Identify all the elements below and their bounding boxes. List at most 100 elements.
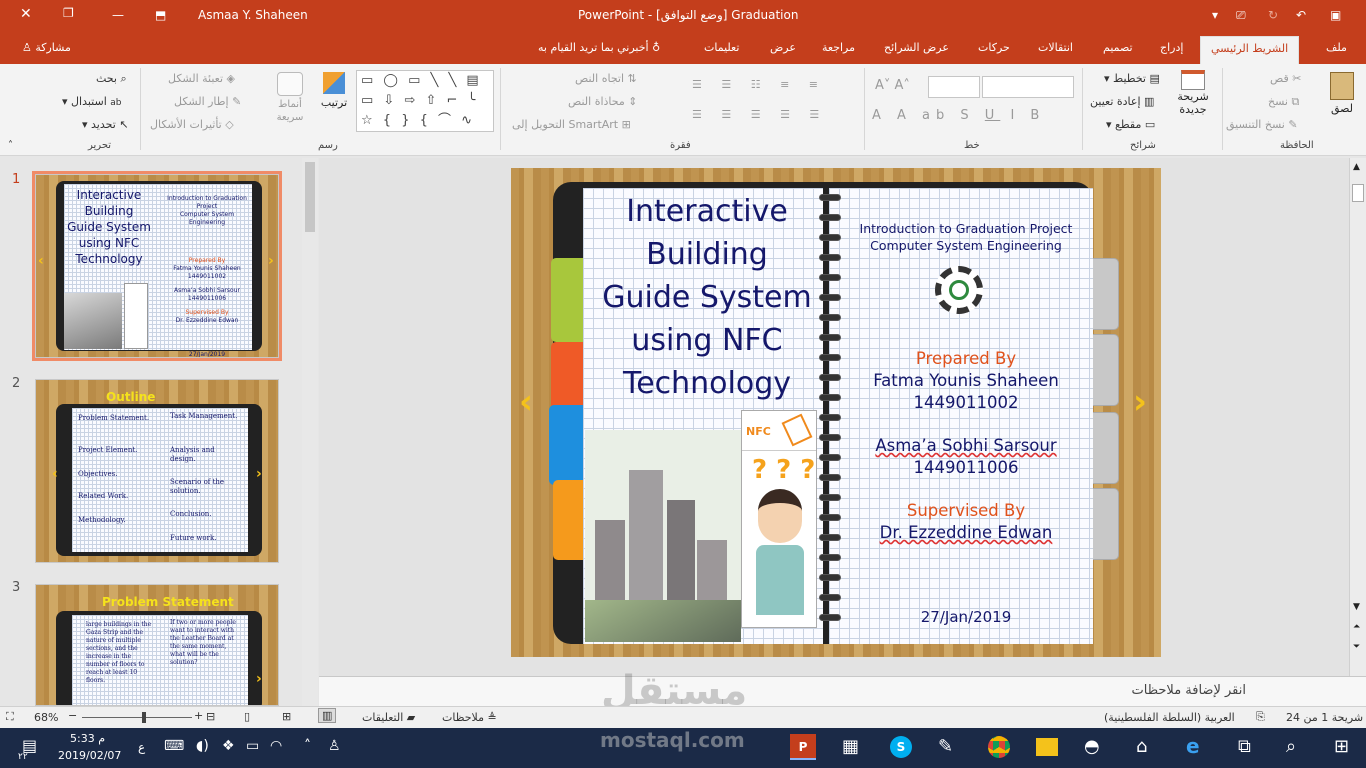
volume-icon[interactable]: ◖) bbox=[196, 738, 209, 754]
zoom-level[interactable]: 68% bbox=[34, 711, 58, 724]
zoom-slider-handle[interactable] bbox=[142, 712, 146, 723]
shape-fill-button[interactable]: تعبئة الشكل ◈ bbox=[168, 72, 235, 85]
tab-animations[interactable]: حركات bbox=[978, 41, 1010, 54]
file-explorer-icon[interactable] bbox=[1036, 738, 1058, 756]
store-app-icon[interactable]: ⌂ bbox=[1136, 736, 1147, 757]
edge-app-icon[interactable]: e bbox=[1186, 734, 1200, 758]
font-format-buttons[interactable]: A A ab S U I B bbox=[872, 108, 1045, 123]
collapse-ribbon-icon[interactable]: ˄ bbox=[8, 140, 13, 151]
comments-button[interactable]: التعليقات ▰ bbox=[362, 711, 415, 724]
powerpoint-app-icon[interactable]: P bbox=[790, 734, 816, 760]
quick-styles-button[interactable]: أنماط سريعة bbox=[268, 70, 312, 124]
zoom-in-icon[interactable]: + bbox=[194, 709, 203, 722]
cut-button[interactable]: قص ✂ bbox=[1270, 72, 1301, 85]
tab-comments[interactable]: تعليمات bbox=[704, 41, 739, 54]
intro-text[interactable]: Introduction to Graduation Project Compu… bbox=[841, 220, 1091, 254]
paste-button[interactable]: لصق bbox=[1322, 70, 1362, 130]
clock-time[interactable]: 5:33 م bbox=[70, 732, 105, 745]
arrange-button[interactable]: ترتيب bbox=[316, 70, 352, 109]
shapes-gallery[interactable]: ▭ ◯ ▭ ╲ ╲ ▤ ▭ ⇩ ⇨ ⇧ ⌐ ╰ ☆ { } { ⌒ ∿ bbox=[356, 70, 494, 132]
tab-design[interactable]: تصميم bbox=[1103, 41, 1133, 54]
find-button[interactable]: بحث ⌕ bbox=[96, 72, 127, 86]
reset-button[interactable]: إعادة تعيين ▥ bbox=[1090, 95, 1154, 108]
format-painter-button[interactable]: نسخ التنسيق ✎ bbox=[1226, 118, 1298, 131]
slide-thumbnail-3[interactable]: Problem Statement large buildings in the… bbox=[35, 584, 279, 706]
zoom-out-icon[interactable]: − bbox=[68, 709, 77, 722]
task-view-icon[interactable]: ⧉ bbox=[1238, 736, 1251, 757]
zoom-slider[interactable] bbox=[82, 712, 192, 723]
next-slide-icon[interactable]: ⏷ bbox=[1353, 642, 1360, 652]
slide-thumbnail-1[interactable]: Interactive Building Guide System using … bbox=[32, 171, 282, 361]
normal-view-icon[interactable]: ▥ bbox=[318, 708, 337, 723]
scroll-up-icon[interactable]: ▲ bbox=[1353, 162, 1360, 172]
dropbox-icon[interactable]: ❖ bbox=[222, 738, 235, 754]
select-button[interactable]: ▾ تحديد ↖ bbox=[82, 118, 129, 131]
slideshow-view-icon[interactable]: ⊟ bbox=[206, 710, 215, 723]
smartart-button[interactable]: التحويل إلى SmartArt ⊞ bbox=[512, 118, 631, 131]
align-text-button[interactable]: محاذاة النص ⇕ bbox=[568, 95, 637, 108]
scroll-thumb[interactable] bbox=[1352, 184, 1364, 202]
authors-block[interactable]: Prepared By Fatma Younis Shaheen 1449011… bbox=[841, 348, 1091, 544]
shape-outline-button[interactable]: إطار الشكل ✎ bbox=[174, 95, 241, 108]
reading-view-icon[interactable]: ▯ bbox=[244, 710, 250, 723]
notes-pane[interactable]: انقر لإضافة ملاحظات مستقل bbox=[319, 669, 1366, 713]
user-name[interactable]: Asmaa Y. Shaheen bbox=[198, 8, 308, 22]
input-language[interactable]: ع bbox=[138, 740, 145, 754]
presenter-icon[interactable]: ⎚ bbox=[1236, 8, 1246, 23]
slide-thumbnail-2[interactable]: Outline Problem Statement. Project Eleme… bbox=[35, 379, 279, 563]
save-icon[interactable]: ▣ bbox=[1330, 8, 1341, 22]
tab-home[interactable]: الشريط الرئيسي bbox=[1200, 36, 1300, 64]
calculator-app-icon[interactable]: ▦ bbox=[842, 736, 859, 757]
tab-insert[interactable]: إدراج bbox=[1160, 41, 1183, 54]
tab-view[interactable]: عرض bbox=[770, 41, 796, 54]
new-slide-button[interactable]: شريحة جديدة bbox=[1170, 70, 1216, 116]
tab-review[interactable]: مراجعة bbox=[822, 41, 855, 54]
battery-icon[interactable]: ▭ bbox=[246, 738, 259, 754]
restore-icon[interactable]: ❐ bbox=[63, 6, 74, 20]
copy-button[interactable]: نسخ ⧉ bbox=[1268, 95, 1299, 109]
font-name-combo[interactable] bbox=[982, 76, 1074, 98]
tab-slideshow[interactable]: عرض الشرائح bbox=[884, 41, 949, 54]
wifi-icon[interactable]: ◠ bbox=[270, 738, 282, 754]
spellcheck-icon[interactable]: ⎘ bbox=[1256, 710, 1265, 724]
layout-button[interactable]: ▾ تخطيط ▤ bbox=[1104, 72, 1160, 85]
tab-file[interactable]: ملف bbox=[1326, 41, 1347, 54]
keyboard-icon[interactable]: ⌨ bbox=[164, 738, 184, 754]
undo-icon[interactable]: ↶ bbox=[1296, 8, 1306, 22]
redo-icon[interactable]: ↻ bbox=[1268, 8, 1278, 22]
minimize-icon[interactable]: — bbox=[112, 8, 124, 22]
list-buttons[interactable]: ☰ ☰ ☷ ≡ ≡ bbox=[692, 78, 826, 91]
scroll-down-icon[interactable]: ▼ bbox=[1353, 602, 1360, 612]
installer-app-icon[interactable]: ◓ bbox=[1084, 736, 1100, 757]
close-icon[interactable]: ✕ bbox=[20, 6, 32, 22]
slide-canvas[interactable]: ‹ › Interactive Building Guide System us… bbox=[511, 168, 1161, 657]
share-button[interactable]: ♙ مشاركة bbox=[22, 41, 71, 54]
tab-transitions[interactable]: انتقالات bbox=[1038, 41, 1073, 54]
replace-button[interactable]: ▾ استبدال ab bbox=[62, 95, 122, 108]
section-button[interactable]: ▾ مقطع ▭ bbox=[1106, 118, 1155, 131]
shape-effects-button[interactable]: تأثيرات الأشكال ◇ bbox=[150, 118, 234, 131]
editor-scrollbar[interactable]: ▲ ▼ ⏶ ⏷ bbox=[1349, 158, 1366, 676]
font-size-buttons[interactable]: A˅ A˄ bbox=[875, 78, 910, 93]
slide-date[interactable]: 27/Jan/2019 bbox=[841, 608, 1091, 626]
prev-slide-icon[interactable]: ⏶ bbox=[1353, 622, 1360, 632]
people-icon[interactable]: ♙ bbox=[328, 738, 341, 754]
ribbon-display-icon[interactable]: ⬒ bbox=[155, 8, 166, 22]
text-direction-button[interactable]: اتجاه النص ⇅ bbox=[575, 72, 637, 85]
clock-date[interactable]: 2019/02/07 bbox=[58, 749, 121, 762]
align-buttons[interactable]: ☰ ☰ ☰ ☰ ☰ bbox=[692, 108, 827, 121]
language-indicator[interactable]: العربية (السلطة الفلسطينية) bbox=[1104, 711, 1235, 724]
skype-app-icon[interactable]: S bbox=[890, 736, 912, 758]
show-hidden-icon[interactable]: ˄ bbox=[304, 738, 311, 754]
font-size-combo[interactable] bbox=[928, 76, 980, 98]
notes-button[interactable]: ملاحظات ≜ bbox=[442, 711, 497, 724]
scroll-thumb[interactable] bbox=[305, 162, 315, 232]
fit-slide-icon[interactable]: ⛶ bbox=[6, 710, 14, 724]
thumbnail-scrollbar[interactable] bbox=[302, 158, 318, 706]
customize-qat-icon[interactable]: ▾ bbox=[1212, 8, 1218, 22]
tell-me-box[interactable]: أخبرني بما تريد القيام به ♁ bbox=[538, 41, 660, 54]
start-button[interactable]: ⊞ bbox=[1334, 736, 1349, 757]
chrome-app-icon[interactable] bbox=[988, 736, 1010, 758]
slide-title[interactable]: Interactive Building Guide System using … bbox=[589, 190, 825, 405]
search-icon[interactable]: ⌕ bbox=[1286, 736, 1296, 757]
